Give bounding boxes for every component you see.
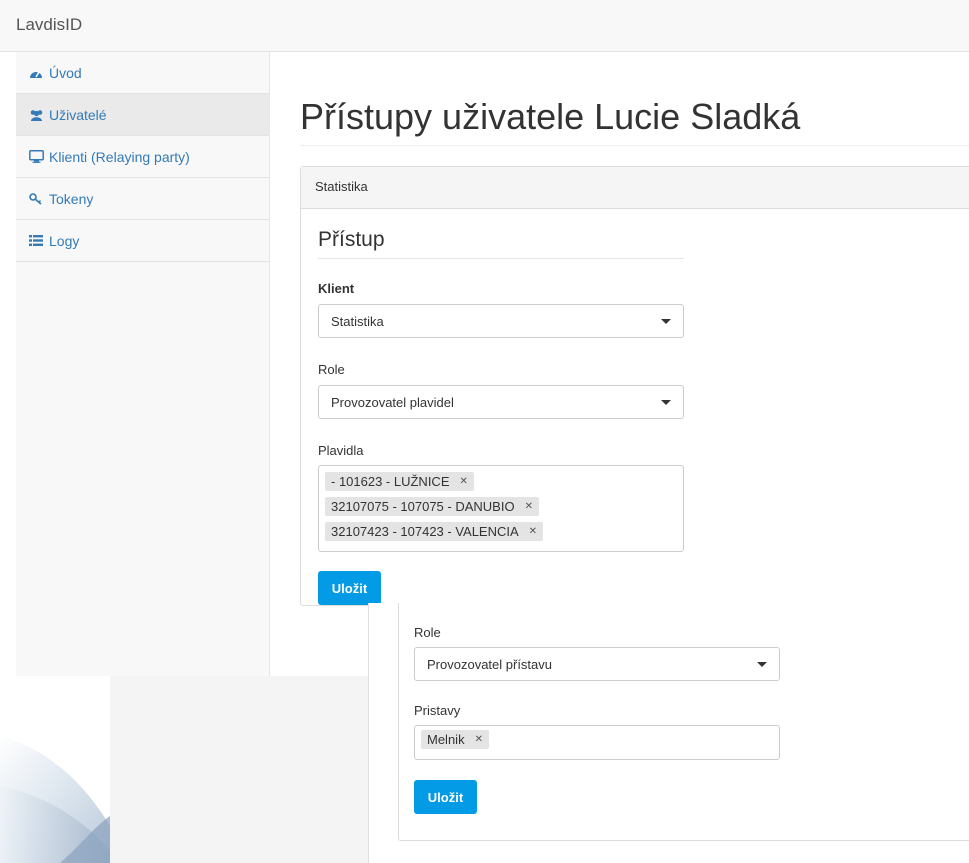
- users-icon: [28, 109, 44, 121]
- dashboard-icon: [28, 67, 44, 79]
- top-navbar: LavdisID: [0, 0, 969, 52]
- role-select-value: Provozovatel plavidel: [331, 394, 454, 410]
- vessel-tag-label: 32107075 - 107075 - DANUBIO: [331, 499, 515, 514]
- sidebar-item-uvod[interactable]: Úvod: [16, 52, 269, 94]
- sidebar-item-label: Úvod: [49, 64, 82, 81]
- brand-logo[interactable]: LavdisID: [16, 15, 82, 35]
- remove-tag-icon[interactable]: ✕: [475, 734, 483, 745]
- monitor-icon: [28, 150, 44, 163]
- sidebar-item-tokeny[interactable]: Tokeny: [16, 178, 269, 220]
- sidebar-item-label: Uživatelé: [49, 106, 107, 123]
- vessels-multiselect[interactable]: - 101623 - LUŽNICE ✕ 32107075 - 107075 - …: [318, 465, 684, 552]
- sidebar-item-klienti[interactable]: Klienti (Relaying party): [16, 136, 269, 178]
- role-label: Role: [318, 362, 345, 377]
- remove-tag-icon[interactable]: ✕: [460, 476, 468, 487]
- overlay-panel: [398, 603, 969, 841]
- overlay-role-select[interactable]: Provozovatel přístavu: [414, 647, 780, 681]
- form-legend: Přístup: [318, 228, 684, 259]
- background-area: [110, 676, 368, 863]
- chevron-down-icon: [661, 319, 671, 324]
- role-select[interactable]: Provozovatel plavidel: [318, 385, 684, 419]
- port-tag: Melnik ✕: [421, 730, 489, 749]
- remove-tag-icon[interactable]: ✕: [529, 526, 537, 537]
- panel-heading: Statistika: [301, 167, 969, 209]
- vessels-label: Plavidla: [318, 443, 364, 458]
- client-select[interactable]: Statistika: [318, 304, 684, 338]
- chevron-down-icon: [757, 662, 767, 667]
- title-divider: [300, 145, 969, 146]
- sidebar-item-uzivatele[interactable]: Uživatelé: [16, 94, 269, 136]
- sidebar-item-logy[interactable]: Logy: [16, 220, 269, 262]
- page-title: Přístupy uživatele Lucie Sladká: [300, 96, 801, 137]
- save-button[interactable]: Uložit: [318, 571, 381, 605]
- overlay-role-select-value: Provozovatel přístavu: [427, 656, 553, 672]
- overlay-role-label: Role: [414, 625, 441, 640]
- key-icon: [28, 192, 44, 205]
- overlay-save-button[interactable]: Uložit: [414, 780, 477, 814]
- ports-label: Pristavy: [414, 703, 461, 718]
- client-select-value: Statistika: [331, 313, 384, 329]
- remove-tag-icon[interactable]: ✕: [525, 501, 533, 512]
- chevron-down-icon: [661, 400, 671, 405]
- client-label: Klient: [318, 281, 355, 296]
- background-swoosh-image: [0, 676, 110, 863]
- vessel-tag: 32107423 - 107423 - VALENCIA ✕: [325, 522, 544, 541]
- sidebar-item-label: Logy: [49, 232, 80, 249]
- ports-multiselect[interactable]: Melnik ✕: [414, 725, 780, 760]
- vessel-tag-label: - 101623 - LUŽNICE: [331, 474, 450, 489]
- sidebar-item-label: Klienti (Relaying party): [49, 148, 190, 165]
- vessel-tag: - 101623 - LUŽNICE ✕: [325, 472, 474, 491]
- sidebar: Úvod Uživatelé Klienti (Relaying party) …: [16, 52, 270, 676]
- port-tag-label: Melnik: [427, 732, 465, 747]
- list-icon: [28, 235, 44, 246]
- sidebar-item-label: Tokeny: [49, 190, 94, 207]
- vessel-tag-label: 32107423 - 107423 - VALENCIA: [331, 524, 519, 539]
- vessel-tag: 32107075 - 107075 - DANUBIO ✕: [325, 497, 539, 516]
